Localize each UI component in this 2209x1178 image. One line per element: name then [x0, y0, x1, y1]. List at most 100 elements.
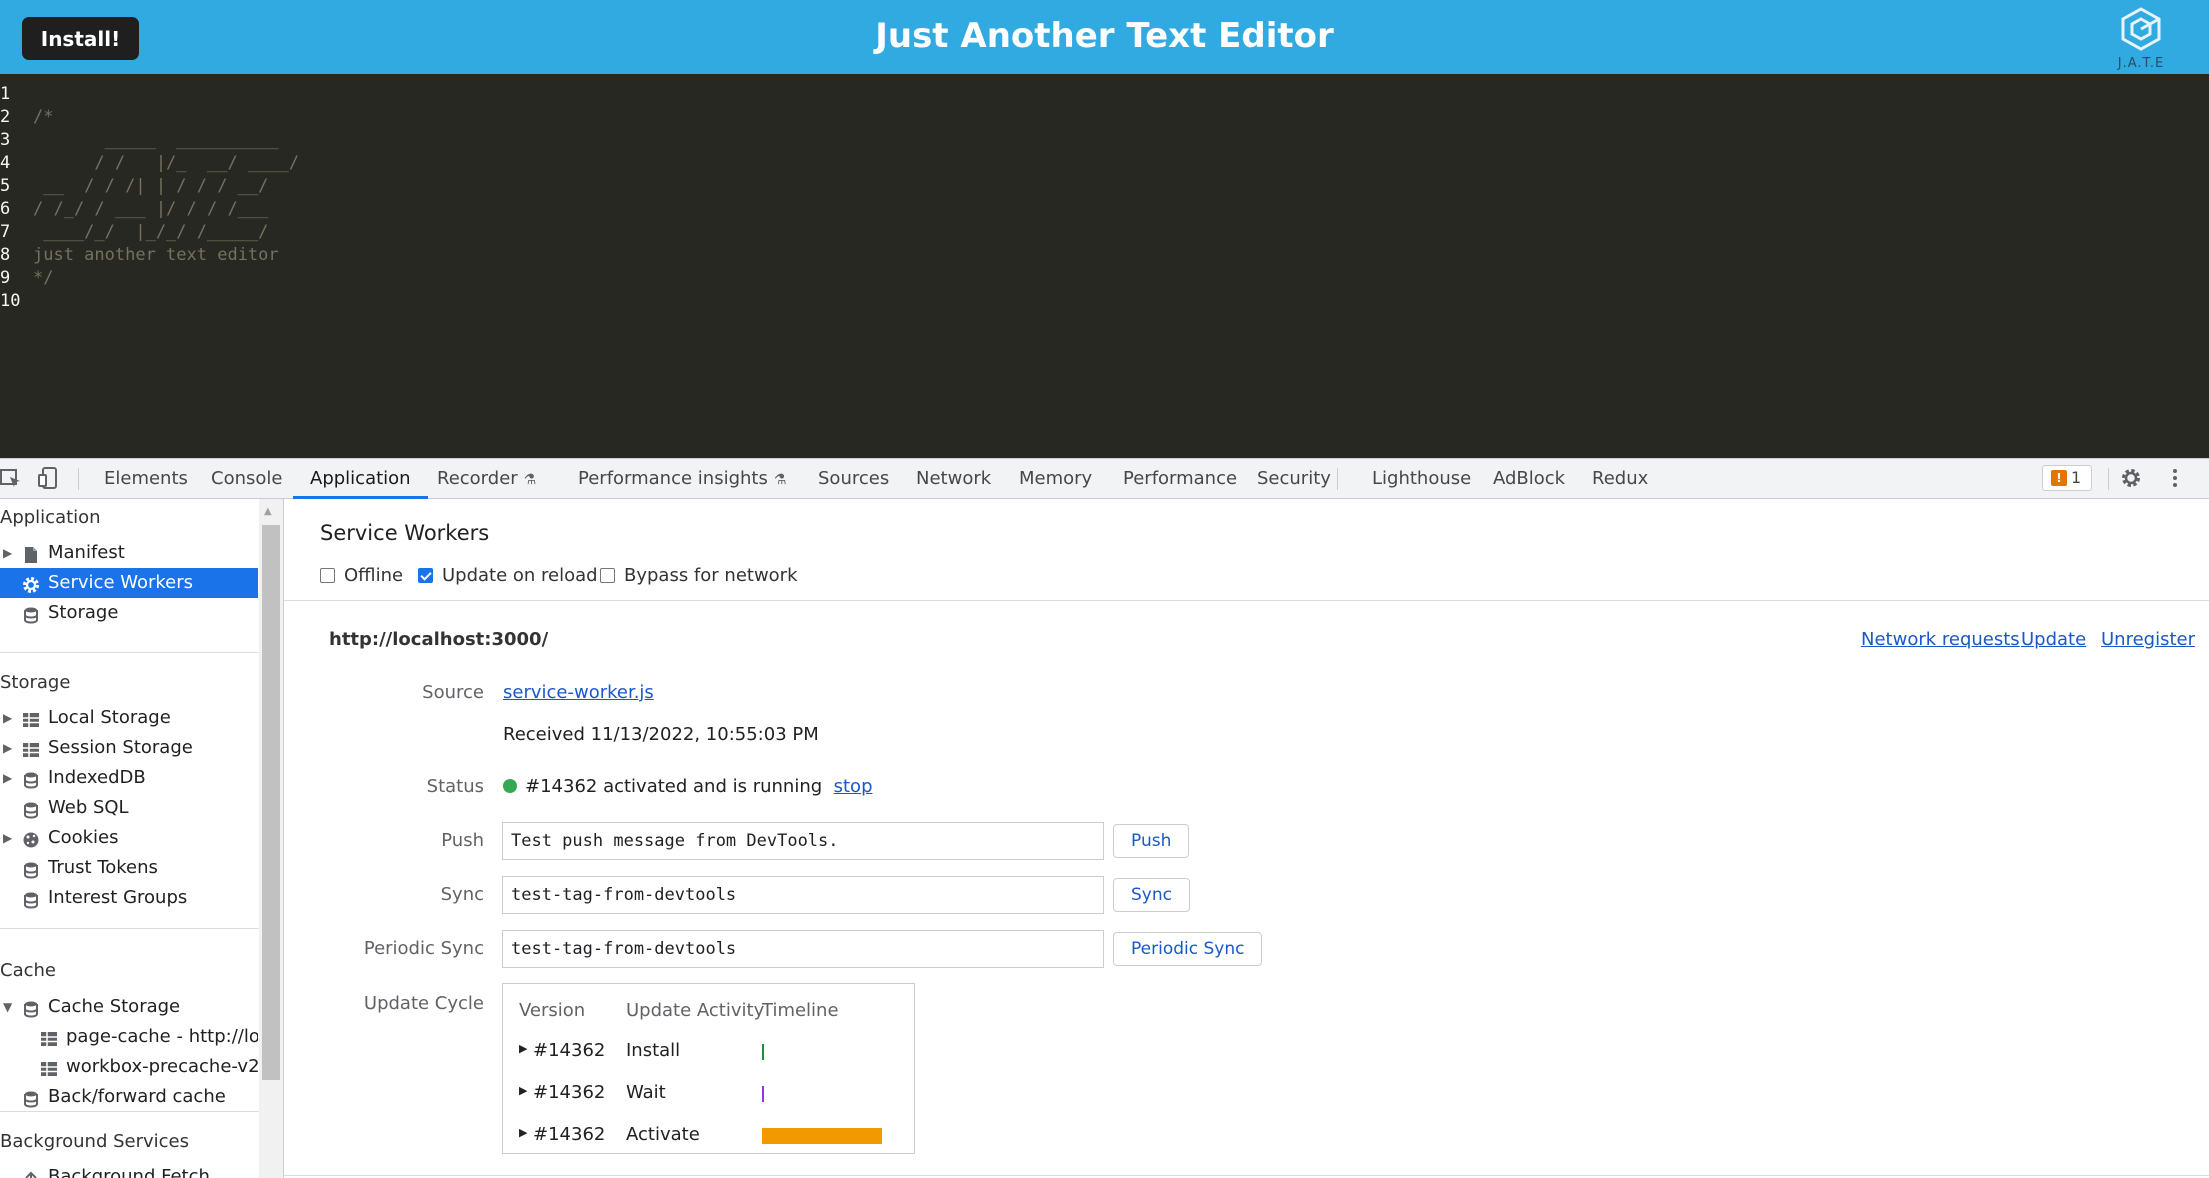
expand-right-arrow-icon[interactable]: ▶ [3, 823, 12, 853]
sidebar-item-interest-groups[interactable]: Interest Groups [0, 883, 258, 913]
tab-security[interactable]: Security [1257, 459, 1331, 499]
code-line[interactable]: 1 [0, 83, 33, 106]
code-line[interactable]: 6 / /_/ / ___ |/ / / /___ [0, 198, 268, 221]
tab-elements[interactable]: Elements [104, 459, 188, 499]
expand-right-arrow-icon[interactable]: ▶ [3, 538, 12, 568]
sidebar-item-service-workers[interactable]: Service Workers [0, 568, 258, 598]
code-editor[interactable]: 1 2/* 3 _____ __________ 4 / / |/_ __/ ____… [0, 74, 2209, 458]
tab-separator [2108, 468, 2109, 490]
sidebar-item-trust-tokens[interactable]: Trust Tokens [0, 853, 258, 883]
status-running-dot [503, 779, 517, 793]
expand-right-arrow-icon[interactable]: ▶ [3, 763, 12, 793]
cycle-version[interactable]: #14362 [533, 1124, 605, 1145]
expand-right-arrow-icon[interactable]: ▶ [519, 1084, 527, 1097]
code-line[interactable]: 9 */ [0, 267, 53, 290]
code-line[interactable]: 4 / / |/_ __/ ____/ [0, 152, 299, 175]
push-button[interactable]: Push [1113, 824, 1190, 858]
sidebar-item-label: Interest Groups [48, 887, 188, 908]
settings-gear-icon[interactable] [2120, 467, 2142, 489]
expand-right-arrow-icon[interactable]: ▶ [3, 733, 12, 763]
tab-performance[interactable]: Performance [1123, 459, 1237, 499]
sidebar-item-label: workbox-precache-v2-http://localhost:300… [66, 1056, 258, 1077]
tab-network[interactable]: Network [916, 459, 991, 499]
timeline-header: Timeline [762, 1000, 839, 1021]
sidebar-section-storage_header[interactable]: Storage [0, 668, 70, 698]
code-line[interactable]: 2 /* [0, 106, 53, 129]
sidebar-item-cookies[interactable]: ▶ Cookies [0, 823, 258, 853]
issues-badge[interactable]: ! 1 [2042, 465, 2092, 491]
expand-right-arrow-icon[interactable]: ▶ [3, 703, 12, 733]
code-text: just another text editor [33, 245, 279, 265]
sidebar-item-page-cache-http-localhost-3000[interactable]: page-cache - http://localhost:3000 [0, 1022, 258, 1052]
tab-performance-insights[interactable]: Performance insights ⚗ [578, 459, 786, 499]
sidebar-item-back-forward-cache[interactable]: Back/forward cache [0, 1082, 258, 1112]
offline-checkbox[interactable]: Offline [320, 565, 403, 586]
code-text: ____/_/ |_/_/ /_____/ [33, 222, 269, 242]
code-line[interactable]: 10 [0, 290, 33, 313]
unregister-link[interactable]: Unregister [2101, 629, 2195, 650]
sidebar-item-label: Trust Tokens [48, 857, 158, 878]
code-line[interactable]: 8 just another text editor [0, 244, 279, 267]
tab-sources[interactable]: Sources [818, 459, 889, 499]
bypass-for-network-checkbox[interactable]: Bypass for network [600, 565, 798, 586]
stop-link[interactable]: stop [834, 776, 873, 797]
received-timestamp: Received 11/13/2022, 10:55:03 PM [503, 724, 819, 745]
periodic-sync-button[interactable]: Periodic Sync [1113, 932, 1263, 966]
sidebar-section-cache_header[interactable]: Cache [0, 956, 56, 986]
tab-console[interactable]: Console [211, 459, 282, 499]
expand-down-arrow-icon[interactable]: ▼ [3, 992, 12, 1022]
sync-button[interactable]: Sync [1113, 878, 1190, 912]
more-options-icon[interactable] [2164, 467, 2186, 489]
sidebar-item-web-sql[interactable]: Web SQL [0, 793, 258, 823]
checkbox-box[interactable] [320, 568, 335, 583]
update-link[interactable]: Update [2021, 629, 2086, 650]
sidebar-section-application_header[interactable]: Application [0, 503, 101, 533]
tab-adblock[interactable]: AdBlock [1493, 459, 1565, 499]
update-on-reload-checkbox[interactable]: Update on reload [418, 565, 598, 586]
network-requests-link[interactable]: Network requests [1861, 629, 2020, 650]
database-icon [22, 1088, 40, 1108]
cycle-version[interactable]: #14362 [533, 1082, 605, 1103]
sidebar-item-manifest[interactable]: ▶ Manifest [0, 538, 258, 568]
inspect-element-icon[interactable] [0, 467, 22, 489]
expand-right-arrow-icon[interactable]: ▶ [519, 1126, 527, 1139]
sidebar-item-workbox-precache-v2-http-localhost-3000[interactable]: workbox-precache-v2-http://localhost:300… [0, 1052, 258, 1082]
fetch-icon [22, 1168, 40, 1178]
code-text: */ [33, 268, 54, 288]
tab-label: Security [1257, 468, 1331, 489]
grid-icon [40, 1028, 58, 1046]
sidebar-item-cache-storage[interactable]: ▼ Cache Storage [0, 992, 258, 1022]
expand-right-arrow-icon[interactable]: ▶ [519, 1042, 527, 1055]
scroll-up-arrow-icon[interactable]: ▲ [264, 506, 272, 517]
sync-input[interactable]: test-tag-from-devtools [502, 876, 1104, 914]
sidebar-item-local-storage[interactable]: ▶ Local Storage [0, 703, 258, 733]
cycle-version[interactable]: #14362 [533, 1040, 605, 1061]
code-line[interactable]: 3 _____ __________ [0, 129, 279, 152]
sidebar-item-indexeddb[interactable]: ▶ IndexedDB [0, 763, 258, 793]
push-input[interactable]: Test push message from DevTools. [502, 822, 1104, 860]
tab-recorder[interactable]: Recorder ⚗ [437, 459, 536, 499]
checkbox-box[interactable] [600, 568, 615, 583]
code-line[interactable]: 7 ____/_/ |_/_/ /_____/ [0, 221, 268, 244]
sidebar-scroll-thumb[interactable] [262, 525, 280, 1080]
tab-memory[interactable]: Memory [1019, 459, 1092, 499]
tab-label: Recorder [437, 468, 518, 489]
sidebar-item-storage[interactable]: Storage [0, 598, 258, 628]
line-number: 8 [0, 245, 11, 265]
tab-redux[interactable]: Redux [1592, 459, 1648, 499]
line-number: 5 [0, 176, 11, 196]
sidebar-item-label: Cache Storage [48, 996, 181, 1017]
device-toolbar-icon[interactable] [38, 467, 60, 489]
code-text: __ / / /| | / / / __/ [33, 176, 269, 196]
source-file-link[interactable]: service-worker.js [503, 682, 654, 703]
checkbox-box[interactable] [418, 568, 433, 583]
tab-lighthouse[interactable]: Lighthouse [1372, 459, 1471, 499]
code-line[interactable]: 5 __ / / /| | / / / __/ [0, 175, 268, 198]
periodic-sync-input[interactable]: test-tag-from-devtools [502, 930, 1104, 968]
tab-application[interactable]: Application [293, 459, 428, 499]
sidebar-item-background-fetch[interactable]: Background Fetch [0, 1162, 258, 1178]
sidebar-section-background_header[interactable]: Background Services [0, 1127, 189, 1157]
tab-label: AdBlock [1493, 468, 1566, 489]
code-text: / /_/ / ___ |/ / / /___ [33, 199, 269, 219]
sidebar-item-session-storage[interactable]: ▶ Session Storage [0, 733, 258, 763]
